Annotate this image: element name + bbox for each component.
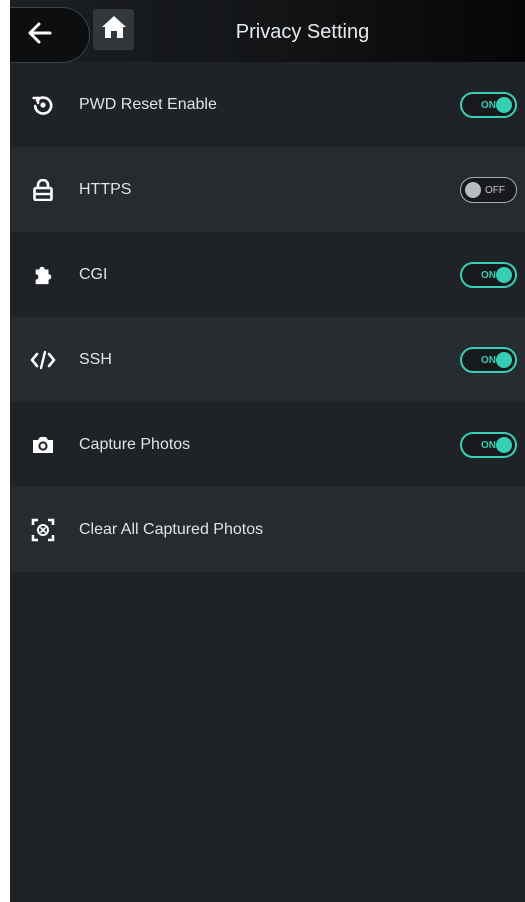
setting-label: SSH xyxy=(79,350,112,368)
clear-photos-icon xyxy=(30,517,56,543)
settings-list: PWD Reset Enable ON HTTPS OFF CGI ON SSH… xyxy=(10,62,525,572)
setting-label: Clear All Captured Photos xyxy=(79,520,264,538)
setting-row-https: HTTPS OFF xyxy=(10,147,525,232)
setting-row-cgi: CGI ON xyxy=(10,232,525,317)
setting-row-capture-photos: Capture Photos ON xyxy=(10,402,525,487)
setting-label: HTTPS xyxy=(79,180,132,198)
page-title: Privacy Setting xyxy=(235,21,370,43)
setting-label: Capture Photos xyxy=(79,435,191,453)
https-toggle[interactable]: OFF xyxy=(460,176,517,203)
toggle-knob xyxy=(496,436,512,453)
toggle-state-text: ON xyxy=(481,99,496,111)
header-bar: Privacy Setting xyxy=(10,0,525,63)
device-screen: Privacy Setting PWD Reset Enable ON HTTP… xyxy=(10,0,525,902)
clear-all-photos-button[interactable]: Clear All Captured Photos xyxy=(10,487,525,572)
setting-label: CGI xyxy=(79,265,108,283)
toggle-knob xyxy=(496,351,512,368)
setting-row-pwd-reset: PWD Reset Enable ON xyxy=(10,62,525,147)
lock-icon xyxy=(30,177,56,203)
code-icon xyxy=(30,347,56,373)
puzzle-icon xyxy=(30,262,56,288)
cgi-toggle[interactable]: ON xyxy=(460,261,517,288)
toggle-knob xyxy=(465,181,481,198)
toggle-state-text: OFF xyxy=(485,184,505,196)
ssh-toggle[interactable]: ON xyxy=(460,346,517,373)
toggle-knob xyxy=(496,96,512,113)
camera-icon xyxy=(30,432,56,458)
toggle-state-text: ON xyxy=(481,439,496,451)
setting-label: PWD Reset Enable xyxy=(79,95,217,113)
reset-icon xyxy=(30,92,56,118)
back-arrow-icon xyxy=(28,22,52,49)
home-icon xyxy=(101,15,127,44)
toggle-knob xyxy=(496,266,512,283)
back-button[interactable] xyxy=(10,7,90,63)
pwd-reset-toggle[interactable]: ON xyxy=(460,91,517,118)
setting-row-ssh: SSH ON xyxy=(10,317,525,402)
home-button[interactable] xyxy=(93,9,134,50)
toggle-state-text: ON xyxy=(481,269,496,281)
toggle-state-text: ON xyxy=(481,354,496,366)
capture-photos-toggle[interactable]: ON xyxy=(460,431,517,458)
